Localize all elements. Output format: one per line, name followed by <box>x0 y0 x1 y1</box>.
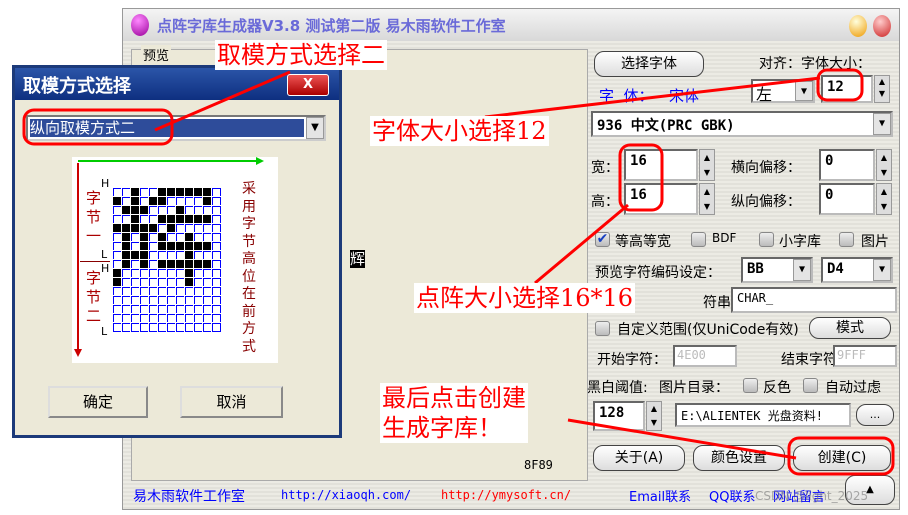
annotation-create-line1: 最后点击创建 <box>382 384 526 412</box>
annotation-create: 最后点击创建 生成字库！ <box>380 383 528 443</box>
annotation-mode: 取模方式选择二 <box>215 40 387 70</box>
annotation-line <box>534 203 629 285</box>
annotation-circle <box>816 68 864 102</box>
annotation-line <box>484 76 821 119</box>
annotation-circle <box>618 143 664 212</box>
preview-label: 预览 <box>141 45 172 64</box>
annotation-line <box>154 70 291 132</box>
annotation-circle <box>787 436 895 476</box>
annotation-line <box>567 418 797 460</box>
annotation-font-size: 字体大小选择12 <box>370 116 549 146</box>
annotation-circle <box>22 108 174 146</box>
annotation-create-line2: 生成字库！ <box>382 414 502 442</box>
annotation-matrix-size: 点阵大小选择16*16 <box>414 283 636 313</box>
